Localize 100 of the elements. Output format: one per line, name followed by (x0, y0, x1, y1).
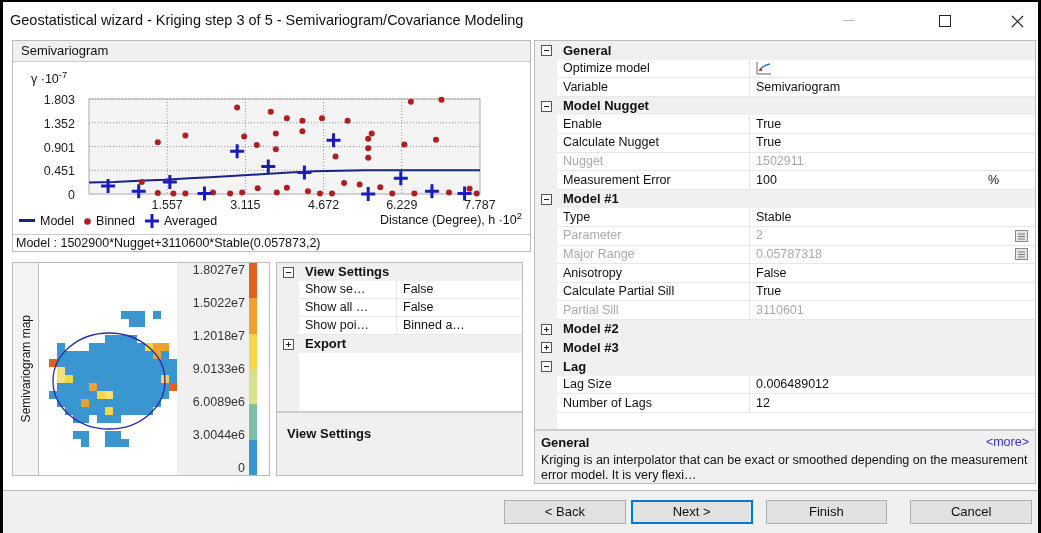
averaged-point (359, 185, 377, 203)
y-tick-label: 0.451 (43, 164, 75, 179)
property-value: False (756, 264, 787, 282)
expand-icon[interactable] (540, 323, 552, 335)
binned-point (138, 178, 145, 185)
legend-label: Model (40, 213, 75, 230)
category-label[interactable]: Lag (557, 356, 587, 377)
property-value: 3110601 (756, 301, 804, 319)
category-label[interactable]: Model #2 (557, 319, 619, 339)
property-value: 100 (756, 171, 777, 189)
binned-point (432, 136, 439, 143)
averaged-point (228, 142, 246, 160)
property-name: Number of Lags (557, 394, 750, 413)
property-value: 1502911 (756, 153, 804, 170)
property-value: False (403, 281, 434, 299)
averaged-point (423, 182, 441, 200)
property-name: Show se… (299, 281, 397, 299)
averaged-point (259, 158, 277, 176)
binned-point (170, 190, 177, 197)
binned-point (239, 189, 246, 196)
line-legend-icon (19, 219, 35, 224)
scale-label: 6.0089e6 (192, 395, 245, 409)
binned-point (329, 190, 336, 197)
binned-point (273, 189, 280, 196)
expand-icon[interactable] (282, 338, 294, 350)
binned-point (182, 190, 189, 197)
y-tick-label: 0.901 (43, 140, 75, 155)
property-name: Show all … (299, 299, 397, 317)
property-name: Enable (557, 115, 750, 134)
property-name: Show poi… (299, 317, 397, 335)
binned-point (299, 117, 306, 124)
binned-point (332, 153, 339, 160)
binned-point (210, 189, 216, 196)
averaged-point (196, 184, 213, 202)
wizard-button[interactable]: Cancel (910, 500, 1032, 524)
category-label[interactable]: Model #1 (557, 189, 619, 209)
category-label[interactable]: Export (299, 334, 347, 354)
calculator-icon[interactable] (1014, 248, 1028, 261)
collapse-icon[interactable] (540, 360, 552, 372)
binned-point (304, 188, 311, 195)
binned-point (267, 108, 274, 115)
binned-point (227, 190, 234, 197)
binned-point (319, 115, 325, 122)
wizard-button[interactable]: Finish (765, 500, 888, 524)
collapse-icon[interactable] (540, 100, 552, 112)
property-name: Type (557, 208, 750, 227)
legend-label: Binned (96, 213, 135, 230)
value-cell[interactable]: Binned a… (397, 317, 497, 335)
binned-point (182, 132, 189, 139)
binned-point (272, 146, 279, 153)
close-icon[interactable] (1011, 14, 1024, 28)
x-tick-label: 1.557 (151, 198, 183, 212)
legend-label: Averaged (164, 213, 218, 230)
calculator-icon[interactable] (1014, 229, 1028, 242)
category-label[interactable]: General (557, 40, 612, 61)
y-tick-label: 1.803 (43, 93, 75, 107)
binned-point (299, 128, 306, 135)
property-value: True (756, 283, 782, 301)
expand-icon[interactable] (540, 342, 552, 354)
collapse-icon[interactable] (540, 193, 552, 205)
property-value: True (756, 115, 782, 133)
optimize-icon[interactable] (756, 61, 772, 76)
description-title: General (541, 434, 590, 452)
binned-point (253, 142, 260, 148)
maximize-icon[interactable] (939, 15, 951, 27)
averaged-point (99, 177, 117, 195)
binned-point (254, 185, 261, 192)
scale-label: 9.0133e6 (192, 362, 245, 376)
more-link[interactable]: <more> (985, 433, 1029, 453)
category-label[interactable]: View Settings (299, 262, 390, 282)
category-label[interactable]: Model #3 (557, 338, 619, 358)
x-tick-label: 3.115 (230, 198, 261, 212)
panel-title: Semivariogram (13, 41, 530, 62)
binned-point (341, 179, 348, 186)
binned-point (344, 117, 351, 124)
value-cell[interactable]: False (397, 281, 497, 299)
wizard-button[interactable]: Next > (630, 500, 753, 524)
scale-label: 3.0044e6 (192, 428, 245, 442)
collapse-icon[interactable] (282, 266, 294, 278)
binned-point (154, 139, 161, 146)
wizard-button[interactable]: < Back (504, 500, 626, 524)
cross-legend-icon (145, 214, 159, 229)
window-title: Geostatistical wizard - Kriging step 3 of 5 - Semivariogram/Covariance Modeling (10, 11, 524, 31)
binned-point (241, 133, 248, 140)
scale-label: 0 (238, 461, 245, 475)
property-value: True (756, 134, 782, 152)
binned-point (446, 189, 452, 196)
category-label[interactable]: Model Nugget (557, 96, 649, 116)
collapse-icon[interactable] (540, 44, 552, 56)
binned-point (438, 96, 445, 103)
property-value: 2 (756, 227, 763, 245)
averaged-point (130, 182, 148, 200)
property-name: Anisotropy (557, 264, 750, 283)
description-text: Kriging is an interpolator that can be exact or smoothed depending on the measurement error model. It is very flexi… (541, 452, 1029, 483)
averaged-point (392, 169, 410, 187)
property-value: Stable (756, 208, 792, 226)
value-cell[interactable]: False (397, 299, 497, 317)
binned-point (234, 104, 241, 111)
binned-point (283, 184, 290, 191)
binned-point (407, 98, 414, 105)
